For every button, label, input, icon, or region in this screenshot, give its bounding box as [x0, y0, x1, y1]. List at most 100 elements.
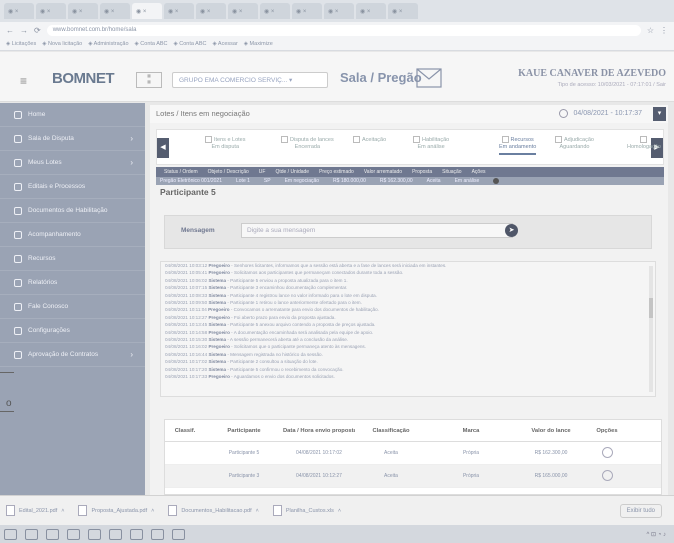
bookmark-link[interactable]: ◈ Administração	[88, 41, 128, 47]
bookmark-link[interactable]: ◈ Nova licitação	[42, 41, 82, 47]
system-tray[interactable]: ^ ⊡ ◔ ♪	[647, 531, 666, 538]
browser-tab[interactable]: ◉ ×	[260, 3, 290, 19]
lot-column-header: Ações	[471, 169, 486, 175]
url-input[interactable]: www.bomnet.com.br/home/sala	[46, 24, 641, 36]
sidebar-item[interactable]: Relatórios	[0, 271, 145, 295]
browser-tab[interactable]: ◉ ×	[36, 3, 66, 19]
stepper-step[interactable]: Itens e Lotes Em disputa	[205, 136, 246, 151]
extensions-icon[interactable]: ⋮	[660, 26, 668, 35]
chevron-up-icon[interactable]: ˄	[61, 508, 64, 514]
hamburger-icon[interactable]: ≡	[20, 74, 27, 88]
browser-icon[interactable]	[88, 528, 101, 540]
lot-table-row[interactable]: Pregão Eletrônico 001/2021 Lote 1 SP Em neg…	[156, 177, 664, 185]
bookmark-link[interactable]: ◈ Licitações	[6, 41, 36, 47]
envelope-icon[interactable]	[416, 68, 442, 88]
browser-tab[interactable]: ◉ ×	[4, 3, 34, 19]
stepper-step[interactable]: Adjudicação Aguardando	[555, 136, 594, 151]
table-row[interactable]: Participante 5 04/08/2021 10:17:02 Aceita P…	[165, 442, 661, 465]
browser-tab[interactable]: ◉ ×	[228, 3, 258, 19]
table-cell: R$ 162.300,00	[534, 450, 568, 456]
browser-tab[interactable]: ◉ ×	[356, 3, 386, 19]
file-explorer-icon[interactable]	[67, 528, 80, 540]
start-icon[interactable]	[4, 528, 17, 540]
browser-tab[interactable]: ◉ ×	[68, 3, 98, 19]
eye-icon	[14, 230, 22, 239]
star-icon[interactable]: ☆	[647, 26, 654, 35]
chevron-up-icon[interactable]: ˄	[338, 508, 341, 514]
table-column-header: Classif.	[174, 427, 196, 434]
browser-tab[interactable]: ◉ ×	[292, 3, 322, 19]
browser-tab[interactable]: ◉ ×	[100, 3, 130, 19]
word-icon[interactable]	[130, 528, 143, 540]
organization-select[interactable]: GRUPO EMA COMERCIO SERVIÇ... ▾	[172, 72, 328, 88]
chevron-up-icon[interactable]: ˄	[256, 508, 259, 514]
lot-cell: SP	[263, 178, 271, 184]
stepper-step[interactable]: Aceitação	[353, 136, 386, 144]
log-time: 04/08/2021 10:03:12	[165, 263, 209, 268]
lot-column-header: Proposta	[412, 169, 433, 175]
sidebar-item[interactable]: Aprovação de Contratos ›	[0, 343, 145, 367]
show-all-downloads-button[interactable]: Exibir tudo	[619, 503, 662, 518]
back-icon[interactable]: ←	[6, 26, 14, 35]
pdf-icon[interactable]	[172, 528, 185, 540]
sidebar-item[interactable]: Configurações	[0, 319, 145, 343]
excel-icon[interactable]	[151, 528, 164, 540]
chat-log[interactable]: 04/08/2021 10:03:12 Pregoeiro - Senhores…	[160, 261, 656, 397]
browser-tab[interactable]: ◉ ×	[196, 3, 226, 19]
sidebar-item[interactable]: Acompanhamento	[0, 223, 145, 247]
chat-log-line: 04/08/2021 10:17:33 Pregoeiro - Aguardam…	[161, 373, 655, 380]
browser-tab[interactable]: ◉ ×	[164, 3, 194, 19]
download-item[interactable]: Planilha_Custos.xls ˄	[272, 505, 349, 516]
task-view-icon[interactable]	[46, 528, 59, 540]
forward-icon[interactable]: →	[20, 26, 28, 35]
log-author: Sistema	[208, 366, 228, 372]
download-item[interactable]: Documentos_Habilitacao.pdf ˄	[168, 505, 267, 516]
download-item[interactable]: Edital_2021.pdf ˄	[6, 505, 72, 516]
bookmark-link[interactable]: ◈ Conta ABC	[135, 41, 168, 47]
log-text: - A sessão permanecerá aberta até a conc…	[227, 337, 349, 343]
stepper-prev-button[interactable]: ◀	[157, 138, 169, 158]
chat-log-scrollbar[interactable]	[649, 266, 653, 392]
sidebar-item[interactable]: Recursos	[0, 247, 145, 271]
search-icon[interactable]	[25, 528, 38, 540]
stepper-step[interactable]: Recursos Em andamento	[499, 136, 537, 155]
mail-icon[interactable]	[109, 528, 122, 540]
chat-log-line: 04/08/2021 10:06:02 Sistema - Participan…	[161, 277, 655, 284]
send-icon[interactable]: ➤	[505, 224, 518, 237]
stepper-step[interactable]: Habilitação Em análise	[413, 136, 449, 151]
step-label: Aceitação	[362, 136, 387, 143]
table-row[interactable]: Participante 3 04/08/2021 10:12:27 Aceita P…	[165, 465, 661, 488]
chevron-up-icon[interactable]: ˄	[151, 508, 154, 514]
table-column-header: Marca	[462, 427, 480, 434]
options-icon[interactable]	[601, 446, 613, 458]
sidebar-item[interactable]: Documentos de Habilitação	[0, 199, 145, 223]
message-input[interactable]: Digite a sua mensagem	[241, 223, 513, 238]
browser-tab[interactable]: ◉ ×	[324, 3, 354, 19]
sidebar-item[interactable]: Editais e Processos	[0, 175, 145, 199]
collapse-button[interactable]: ▾	[653, 107, 666, 121]
bookmark-link[interactable]: ◈ Maximize	[244, 41, 273, 47]
user-session-info[interactable]: Tipo de acesso: 10/03/2021 - 07:17:01 / …	[558, 82, 666, 88]
logo[interactable]: BOMNET	[52, 70, 115, 87]
browser-tab[interactable]: ◉ ×	[132, 3, 162, 19]
proposals-table: Classif. Participante Data / Hora envio pr…	[164, 419, 662, 495]
reload-icon[interactable]: ⟳	[34, 26, 41, 35]
download-item[interactable]: Proposta_Ajustada.pdf ˄	[78, 505, 162, 516]
stepper-step[interactable]: Disputa de lances Encerrada	[281, 136, 334, 151]
browser-tab[interactable]: ◉ ×	[388, 3, 418, 19]
bookmark-link[interactable]: ◈ Conta ABC	[174, 41, 207, 47]
sidebar-item[interactable]: Fale Conosco	[0, 295, 145, 319]
stepper-step[interactable]: Homologação	[625, 136, 663, 151]
sidebar-item-label: Meus Lotes	[28, 159, 62, 166]
sidebar-item[interactable]: Home	[0, 103, 145, 127]
log-author: Pregoeiro	[208, 263, 232, 268]
sidebar-item[interactable]: Sala de Disputa ›	[0, 127, 145, 151]
chevron-right-icon: ›	[130, 158, 133, 167]
options-icon[interactable]	[601, 469, 613, 481]
step-status-icon	[555, 136, 562, 143]
chat-log-scroll-thumb[interactable]	[649, 298, 653, 318]
step-sublabel: Em análise	[417, 143, 445, 150]
bookmark-link[interactable]: ◈ Acessar	[212, 41, 237, 47]
table-column-header: Valor do lance	[531, 427, 571, 434]
sidebar-item[interactable]: Meus Lotes ›	[0, 151, 145, 175]
